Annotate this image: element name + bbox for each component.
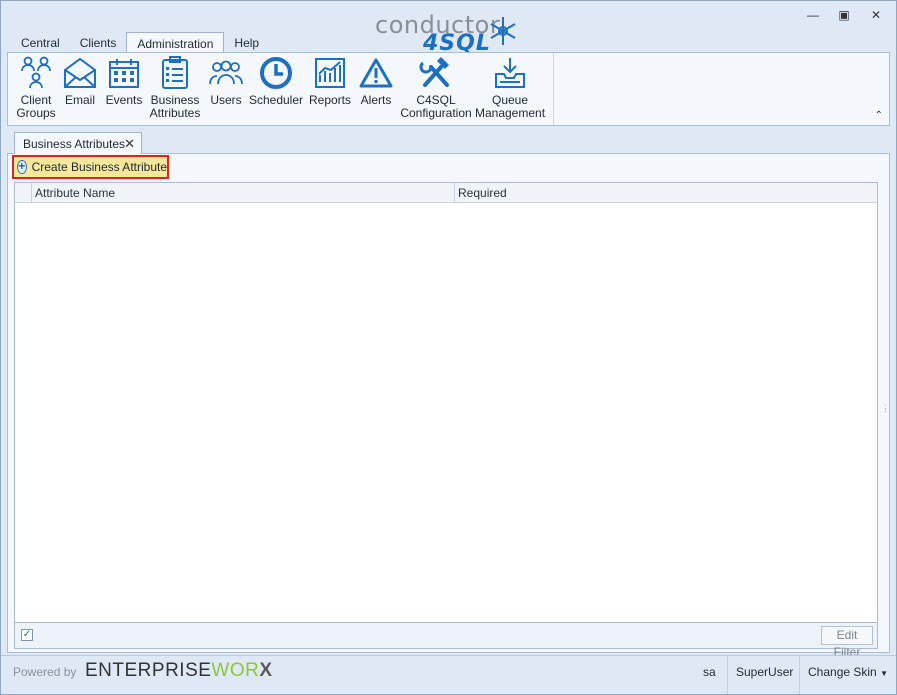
- calendar-icon: [106, 55, 142, 91]
- powered-by-text: Powered by: [13, 665, 77, 679]
- change-skin-label: Change Skin: [808, 665, 877, 679]
- users-button[interactable]: Users: [207, 55, 245, 107]
- ribbon: Client Groups Email Events Business Attr…: [7, 52, 890, 126]
- document-tab-label: Business Attributes: [23, 137, 126, 151]
- column-header-attribute-name[interactable]: Attribute Name: [35, 186, 115, 200]
- reports-label: Reports: [308, 93, 352, 107]
- business-attributes-label: Business Attributes: [149, 93, 201, 120]
- business-attributes-grid[interactable]: Attribute Name Required: [14, 182, 878, 623]
- alerts-label: Alerts: [360, 93, 392, 107]
- warning-icon: [358, 55, 394, 91]
- alerts-button[interactable]: Alerts: [358, 55, 394, 107]
- status-bar: Powered by ENTERPRISEWORX sa SuperUser C…: [1, 655, 896, 694]
- close-tab-icon[interactable]: ✕: [124, 136, 135, 152]
- minimize-icon[interactable]: —: [804, 7, 822, 23]
- queue-management-button[interactable]: Queue Management: [474, 55, 546, 120]
- row-indicator-header: [15, 183, 32, 203]
- edit-filter-button[interactable]: Edit Filter: [821, 626, 873, 659]
- restore-icon[interactable]: ▣: [835, 7, 853, 23]
- c4sql-configuration-label: C4SQL Configuration: [400, 93, 472, 120]
- close-icon[interactable]: ✕: [867, 7, 885, 23]
- client-groups-label: Client Groups: [16, 93, 56, 120]
- client-groups-button[interactable]: Client Groups: [14, 55, 58, 120]
- document-tab-business-attributes[interactable]: Business Attributes ✕: [14, 132, 142, 154]
- scheduler-button[interactable]: Scheduler: [248, 55, 304, 107]
- current-user: sa: [703, 665, 716, 679]
- clipboard-list-icon: [157, 55, 193, 91]
- users-icon: [208, 55, 244, 91]
- logo-part-x: X: [259, 660, 273, 681]
- ribbon-divider: [553, 53, 554, 125]
- collapse-ribbon-icon[interactable]: ⌃: [875, 110, 883, 121]
- column-header-required[interactable]: Required: [458, 186, 507, 200]
- tools-icon: [418, 55, 454, 91]
- tab-clients[interactable]: Clients: [70, 32, 127, 53]
- c4sql-configuration-button[interactable]: C4SQL Configuration: [400, 55, 472, 120]
- splitter-grip[interactable]: ⋮: [881, 404, 890, 422]
- grid-footer: ✓ Edit Filter: [14, 623, 878, 659]
- events-button[interactable]: Events: [104, 55, 144, 107]
- tab-central[interactable]: Central: [11, 32, 70, 53]
- grid-header: Attribute Name Required: [15, 183, 877, 203]
- logo-part-wor: WOR: [211, 660, 260, 681]
- plus-circle-icon: +: [17, 159, 27, 174]
- events-label: Events: [105, 93, 143, 107]
- app-window: Central Clients Administration Help cond…: [0, 0, 897, 695]
- snowflake-icon: [490, 17, 516, 45]
- email-icon: [62, 55, 98, 91]
- business-attributes-button[interactable]: Business Attributes: [150, 55, 200, 120]
- inbox-tray-icon: [492, 55, 528, 91]
- chart-report-icon: [312, 55, 348, 91]
- change-skin-dropdown[interactable]: Change Skin ▼: [799, 656, 896, 694]
- users-label: Users: [210, 93, 242, 107]
- conductor4sql-logo: conductor 4SQL: [375, 11, 525, 56]
- filter-enabled-checkbox[interactable]: ✓: [21, 629, 33, 641]
- scheduler-label: Scheduler: [248, 93, 304, 107]
- clock-icon: [258, 55, 294, 91]
- user-role: SuperUser: [727, 656, 801, 694]
- email-label: Email: [64, 93, 95, 107]
- create-business-attribute-label: Create Business Attribute: [31, 160, 167, 174]
- logo-part-enterprise: ENTERPRISE: [85, 660, 212, 681]
- enterpriseworx-logo: ENTERPRISEWORX: [85, 660, 273, 682]
- main-tabs: Central Clients Administration Help: [11, 32, 269, 54]
- dropdown-arrow-icon: ▼: [880, 669, 888, 678]
- title-bar: Central Clients Administration Help cond…: [1, 1, 896, 56]
- tab-administration[interactable]: Administration: [126, 32, 225, 54]
- reports-button[interactable]: Reports: [308, 55, 352, 107]
- create-business-attribute-button[interactable]: + Create Business Attribute: [12, 155, 169, 179]
- client-groups-icon: [18, 55, 54, 91]
- queue-management-label: Queue Management: [474, 93, 546, 120]
- column-divider: [454, 183, 455, 203]
- tab-help[interactable]: Help: [224, 32, 269, 53]
- email-button[interactable]: Email: [62, 55, 98, 107]
